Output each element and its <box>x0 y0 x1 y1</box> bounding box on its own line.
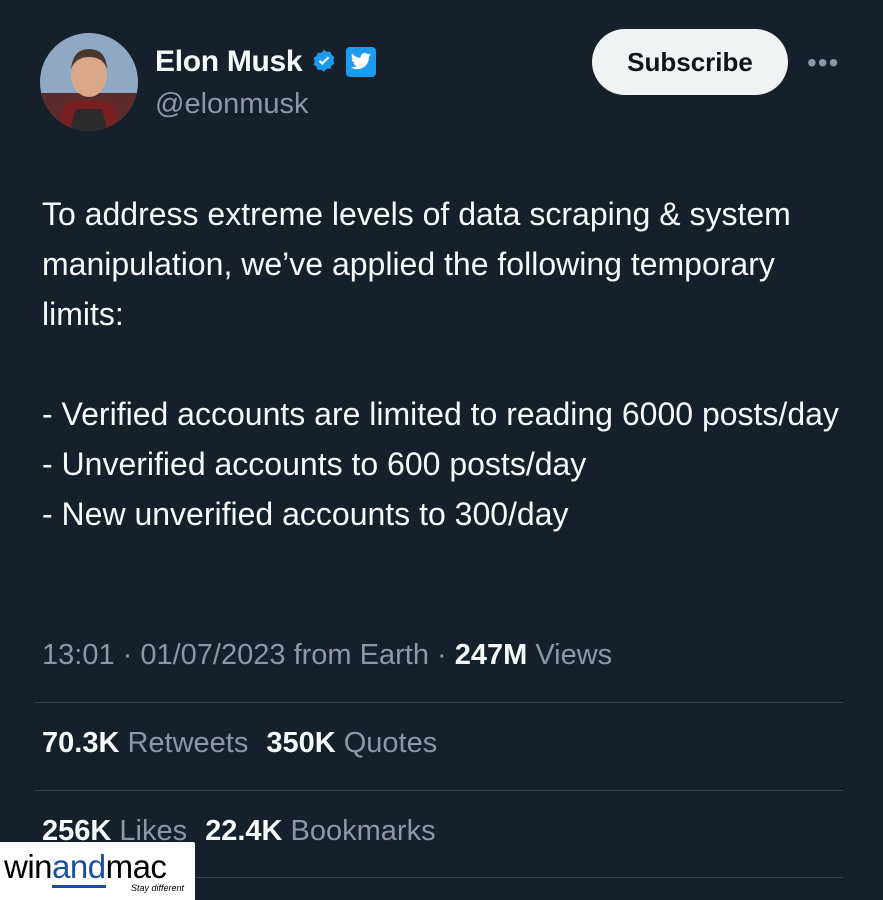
watermark-wordmark: winandmac <box>4 848 167 888</box>
retweets-label: Retweets <box>119 727 249 759</box>
avatar[interactable] <box>40 33 138 131</box>
divider <box>35 790 843 791</box>
quotes-label: Quotes <box>335 727 438 759</box>
tweet-text: To address extreme levels of data scrapi… <box>42 189 842 539</box>
tweet-list-item: - New unverified accounts to 300/day <box>42 496 569 532</box>
stats-row-retweets: 70.3K Retweets 350K Quotes <box>42 727 437 760</box>
more-options-icon[interactable]: ••• <box>807 47 839 79</box>
tweet-list-item: - Verified accounts are limited to readi… <box>42 396 839 432</box>
verified-badge-icon <box>313 49 335 72</box>
retweets-count: 70.3K <box>42 727 120 759</box>
tweet-time[interactable]: 13:01 <box>42 639 115 671</box>
divider <box>35 702 843 703</box>
tweet-metadata: 13:01 · 01/07/2023 from Earth · 247M Vie… <box>42 639 612 672</box>
tweet-paragraph: To address extreme levels of data scrapi… <box>42 196 791 332</box>
bookmarks-label: Bookmarks <box>282 815 436 847</box>
views-count: 247M <box>454 639 528 671</box>
author-handle[interactable]: @elonmusk <box>155 88 309 121</box>
twitter-bird-icon <box>346 47 377 77</box>
tweet-date[interactable]: 01/07/2023 <box>140 639 285 671</box>
retweets-link[interactable]: 70.3K Retweets <box>42 727 248 759</box>
tweet-location: from Earth <box>285 639 429 671</box>
bookmarks-count: 22.4K <box>205 815 283 847</box>
quotes-count: 350K <box>266 727 336 759</box>
bookmarks-link[interactable]: 22.4K Bookmarks <box>205 815 436 847</box>
subscribe-button[interactable]: Subscribe <box>592 29 788 95</box>
author-name-row: Elon Musk <box>155 45 377 79</box>
profile-photo-icon <box>40 33 138 131</box>
watermark-logo: winandmac Stay different <box>0 842 195 900</box>
quotes-link[interactable]: 350K Quotes <box>266 727 437 759</box>
author-name[interactable]: Elon Musk <box>155 45 303 79</box>
separator: · <box>428 639 455 671</box>
watermark-tagline: Stay different <box>131 883 185 893</box>
views-label: Views <box>527 639 613 671</box>
tweet-header: Elon Musk @elonmusk Subscribe ••• <box>40 29 843 133</box>
tweet-list-item: - Unverified accounts to 600 posts/day <box>42 446 587 482</box>
separator: · <box>114 639 141 671</box>
